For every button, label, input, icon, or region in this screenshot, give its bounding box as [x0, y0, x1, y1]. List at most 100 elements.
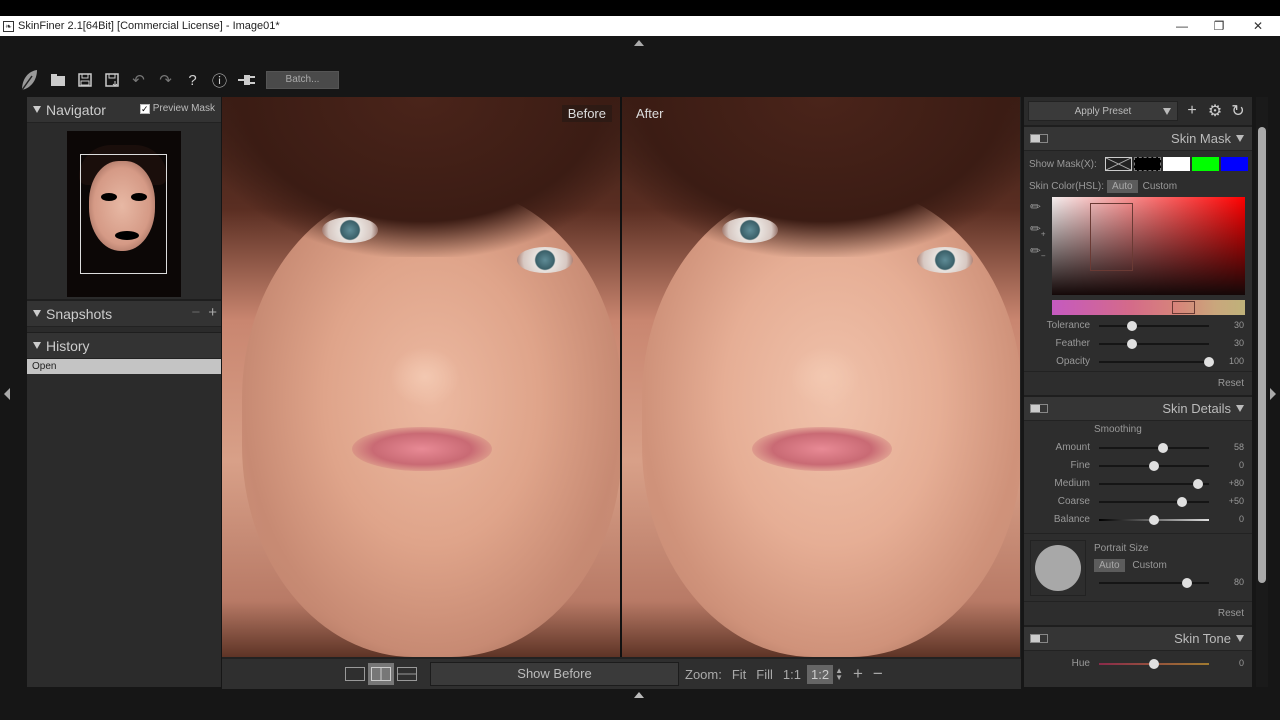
slider-knob[interactable]	[1176, 497, 1187, 507]
minimize-button[interactable]: —	[1162, 16, 1202, 36]
preview-mask-checkbox[interactable]: ✓ Preview Mask	[139, 103, 215, 114]
slider-knob[interactable]	[1149, 659, 1159, 669]
portrait-size-auto-button[interactable]: Auto	[1094, 559, 1125, 572]
save-as-icon[interactable]	[98, 66, 125, 94]
after-label: After	[636, 106, 664, 121]
mask-green-swatch[interactable]	[1191, 157, 1219, 171]
slider-track[interactable]	[1099, 361, 1209, 363]
slider-knob[interactable]	[1193, 479, 1203, 489]
skin-color-custom-button[interactable]: Custom	[1138, 180, 1182, 193]
skin-mask-reset-button[interactable]: Reset	[1024, 371, 1252, 395]
hue-range-selector[interactable]	[1172, 301, 1195, 314]
redo-icon[interactable]: ↷	[152, 66, 179, 94]
open-folder-icon[interactable]	[44, 66, 71, 94]
chevron-down-icon	[1163, 108, 1171, 115]
zoom-spinner-icon[interactable]: ▲ ▼	[835, 667, 843, 682]
slider-track[interactable]	[1099, 325, 1209, 327]
slider-row-hue: Hue 0	[1024, 655, 1252, 673]
collapse-top-arrow-icon[interactable]	[634, 40, 644, 46]
slider-value: +80	[1228, 478, 1244, 488]
skin-color-auto-button[interactable]: Auto	[1107, 179, 1138, 193]
info-icon[interactable]: ⓘ	[206, 66, 233, 94]
close-button[interactable]: ✕	[1238, 16, 1278, 36]
skin-details-reset-button[interactable]: Reset	[1024, 601, 1252, 625]
collapse-right-arrow-icon[interactable]	[1270, 388, 1276, 400]
add-preset-icon[interactable]: +	[1183, 102, 1201, 120]
mask-none-swatch[interactable]	[1104, 157, 1132, 171]
split-horizontal-view-button[interactable]	[394, 663, 420, 685]
help-icon[interactable]: ?	[179, 66, 206, 94]
skin-tone-header[interactable]: Skin Tone	[1024, 625, 1252, 651]
reset-refresh-icon[interactable]: ↻	[1229, 101, 1247, 121]
navigator-viewport-box[interactable]	[80, 154, 167, 274]
expand-triangle-icon	[1236, 635, 1244, 642]
eyedropper-subtract-icon[interactable]: ✏−	[1030, 243, 1046, 261]
slider-row-balance: Balance 0	[1024, 511, 1252, 529]
portrait-size-custom-button[interactable]: Custom	[1127, 559, 1171, 572]
portrait-size-slider-knob[interactable]	[1182, 578, 1192, 588]
zoom-fill-button[interactable]: Fill	[756, 667, 773, 682]
show-before-button[interactable]: Show Before	[430, 662, 679, 686]
scrollbar-thumb[interactable]	[1258, 127, 1266, 583]
mask-blue-swatch[interactable]	[1220, 157, 1248, 171]
collapse-bottom-arrow-icon[interactable]	[634, 692, 644, 698]
skin-mask-toggle[interactable]	[1030, 134, 1048, 143]
gear-icon[interactable]: ⚙	[1206, 101, 1224, 121]
toolbar: ↶ ↷ ? ⓘ Batch...	[14, 64, 339, 96]
slider-knob[interactable]	[1149, 515, 1159, 525]
slider-track[interactable]	[1099, 501, 1209, 503]
slider-track[interactable]	[1099, 343, 1209, 345]
preset-bar: Apply Preset + ⚙ ↻	[1024, 97, 1252, 125]
slider-track[interactable]	[1099, 447, 1209, 449]
navigator-header[interactable]: Navigator ✓ Preview Mask	[27, 97, 221, 123]
mask-black-swatch[interactable]	[1133, 157, 1161, 171]
collapse-left-arrow-icon[interactable]	[4, 388, 10, 400]
skin-details-title: Skin Details	[1162, 401, 1231, 416]
skin-details-header[interactable]: Skin Details	[1024, 395, 1252, 421]
history-item[interactable]: Open	[27, 359, 221, 374]
remove-snapshot-button[interactable]: −	[191, 304, 200, 321]
zoom-in-button[interactable]: +	[853, 664, 863, 684]
slider-knob[interactable]	[1149, 461, 1159, 471]
eyedropper-icon[interactable]: ✏	[1030, 199, 1041, 215]
skin-color-picker[interactable]	[1052, 197, 1245, 295]
eyedropper-add-icon[interactable]: ✏+	[1030, 221, 1046, 239]
skin-mask-header[interactable]: Skin Mask	[1024, 125, 1252, 151]
right-panel-scrollbar[interactable]	[1256, 97, 1268, 687]
slider-value: 0	[1238, 514, 1244, 524]
slider-knob[interactable]	[1127, 339, 1137, 349]
undo-icon[interactable]: ↶	[125, 66, 152, 94]
skin-color-selection-box[interactable]	[1090, 203, 1133, 271]
zoom-1-2-button[interactable]: 1:2	[806, 664, 834, 684]
skin-tone-toggle[interactable]	[1030, 634, 1048, 643]
smoothing-label: Smoothing	[1094, 424, 1142, 435]
slider-knob[interactable]	[1204, 357, 1214, 367]
slider-knob[interactable]	[1157, 443, 1168, 453]
restore-button[interactable]: ❐	[1199, 16, 1239, 36]
zoom-1-1-button[interactable]: 1:1	[783, 667, 801, 682]
zoom-label: Zoom:	[685, 666, 722, 682]
portrait-size-label: Portrait Size	[1094, 543, 1149, 554]
single-view-button[interactable]	[342, 663, 368, 685]
split-vertical-view-button[interactable]	[368, 663, 394, 685]
navigator-thumbnail[interactable]	[67, 131, 181, 297]
slider-label: Fine	[1070, 460, 1090, 471]
zoom-out-button[interactable]: −	[873, 664, 883, 684]
skin-details-toggle[interactable]	[1030, 404, 1048, 413]
add-snapshot-button[interactable]: +	[208, 304, 217, 321]
skin-hue-range-bar[interactable]	[1052, 300, 1245, 315]
zoom-fit-button[interactable]: Fit	[732, 667, 746, 682]
slider-knob[interactable]	[1127, 321, 1137, 331]
before-image[interactable]: Before	[222, 97, 620, 657]
slider-label: Tolerance	[1046, 320, 1090, 331]
batch-button[interactable]: Batch...	[266, 71, 339, 89]
apply-preset-dropdown[interactable]: Apply Preset	[1028, 101, 1178, 121]
snapshots-header[interactable]: Snapshots − +	[27, 301, 221, 327]
portrait-size-slider-track[interactable]	[1099, 582, 1209, 584]
after-image[interactable]: After	[622, 97, 1020, 657]
history-header[interactable]: History	[27, 333, 221, 359]
save-icon[interactable]	[71, 66, 98, 94]
plugin-icon[interactable]	[233, 66, 260, 94]
image-viewer[interactable]: Before After	[222, 97, 1021, 659]
mask-white-swatch[interactable]	[1162, 157, 1190, 171]
